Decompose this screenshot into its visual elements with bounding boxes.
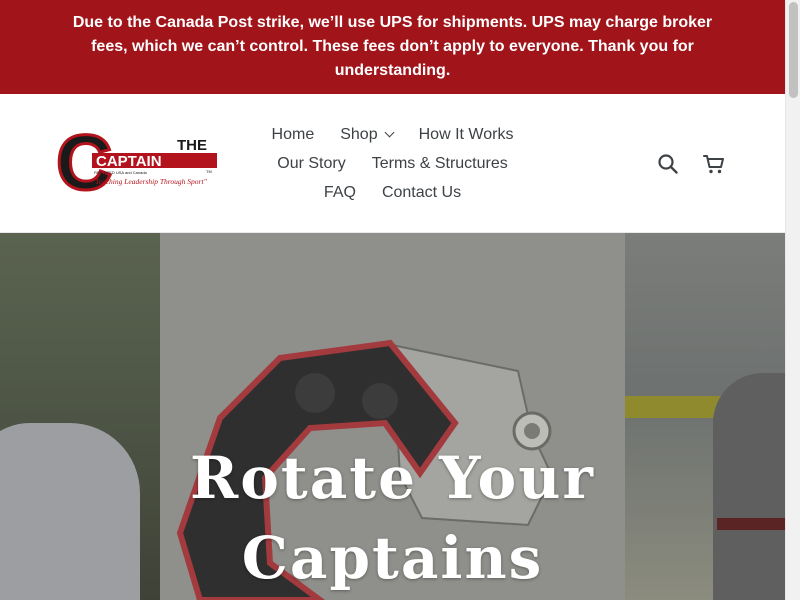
search-button[interactable]: [654, 150, 682, 178]
logo-the: THE: [177, 137, 207, 154]
nav-label: Our Story: [277, 155, 346, 172]
nav-item-contact-us[interactable]: Contact Us: [369, 178, 474, 207]
search-icon: [658, 154, 678, 174]
logo-tm: TM: [206, 169, 212, 174]
nav-label: How It Works: [418, 126, 514, 143]
logo-tagline: "Teaching Leadership Through Sport": [92, 177, 208, 186]
nav-label: FAQ: [323, 184, 356, 201]
header-actions: [654, 150, 728, 178]
announcement-text: Due to the Canada Post strike, we’ll use…: [72, 14, 713, 79]
hero-title-line-2: Captains: [241, 524, 544, 592]
nav-item-faq[interactable]: FAQ: [311, 178, 369, 207]
nav-item-how-it-works[interactable]: How It Works: [406, 120, 527, 149]
cart-icon: [703, 155, 724, 174]
nav-item-shop[interactable]: Shop: [327, 120, 405, 149]
nav-label: Contact Us: [381, 184, 462, 201]
site-header: C THE CAPTAIN TM PATENTED USA and Canada…: [0, 94, 785, 233]
logo-patent: PATENTED USA and Canada: [94, 170, 148, 175]
player-jersey-image: [0, 423, 140, 600]
hero-title-line-1: Rotate Your: [190, 444, 595, 512]
captain-logo[interactable]: C THE CAPTAIN TM PATENTED USA and Canada…: [56, 127, 221, 193]
hero-image-left: [0, 233, 160, 600]
nav-label: Terms & Structures: [371, 155, 508, 172]
hero-heading: Rotate Your Captains: [160, 438, 625, 598]
cart-button[interactable]: [700, 150, 728, 178]
jersey-stripe-image: [717, 518, 785, 530]
scrollbar-thumb[interactable]: [789, 2, 798, 98]
nav-item-home[interactable]: Home: [259, 120, 328, 149]
nav-label: Home: [271, 126, 315, 143]
page-scrollbar[interactable]: [785, 0, 800, 600]
hero-banner: Rotate Your Captains: [0, 233, 785, 600]
nav-item-terms-structures[interactable]: Terms & Structures: [359, 149, 521, 178]
nav-label: Shop: [340, 126, 378, 143]
announcement-bar: Due to the Canada Post strike, we’ll use…: [0, 0, 785, 94]
nav-item-our-story[interactable]: Our Story: [264, 149, 358, 178]
main-nav: Home Shop How It Works Our Story Terms &…: [240, 120, 545, 207]
chevron-down-icon: [384, 127, 395, 138]
hero-image-right: [625, 233, 785, 600]
hockey-player-image: [713, 373, 785, 600]
logo-captain: CAPTAIN: [96, 153, 162, 170]
